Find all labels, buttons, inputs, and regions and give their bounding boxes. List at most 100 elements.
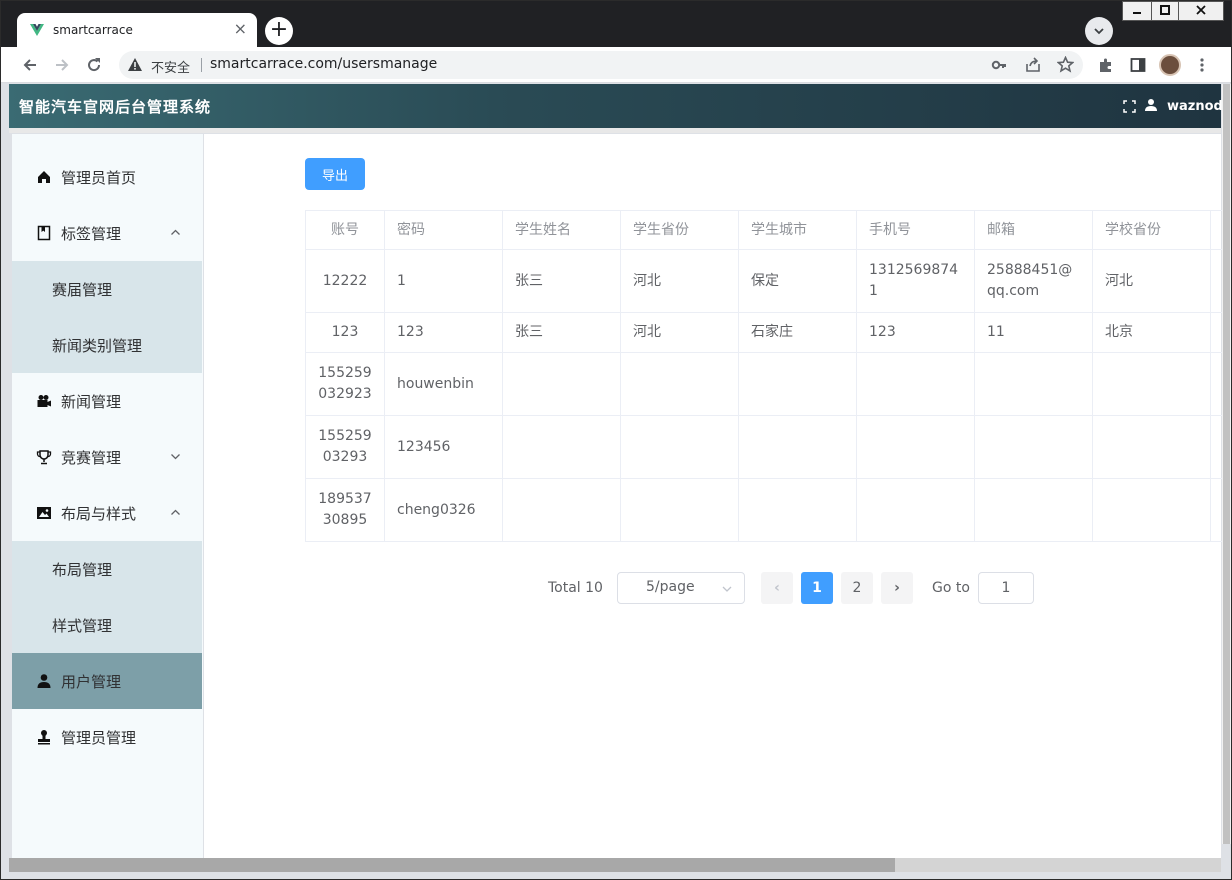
table-cell bbox=[620, 415, 739, 479]
menu-kebab-icon[interactable] bbox=[1191, 54, 1213, 76]
browser-tab[interactable]: smartcarrace × bbox=[17, 13, 257, 47]
browser-window: smartcarrace × + 不安全 smartcarrace.com/us… bbox=[0, 0, 1232, 880]
table-cell: cheng0326 bbox=[384, 478, 503, 542]
page-button-2[interactable]: 2 bbox=[841, 572, 873, 604]
column-header: 学生城市 bbox=[738, 210, 857, 250]
chevron-up-icon bbox=[171, 229, 180, 235]
table-cell bbox=[856, 415, 975, 479]
chevron-down-icon bbox=[722, 586, 732, 592]
table-row[interactable]: 155259032923 houwenbin bbox=[305, 352, 1222, 416]
table-cell bbox=[974, 352, 1093, 416]
table-cell-overflow bbox=[1210, 352, 1222, 416]
table-cell bbox=[502, 352, 621, 416]
sidebar-item-admin-home[interactable]: 管理员首页 bbox=[12, 149, 202, 205]
maximize-button[interactable] bbox=[1151, 1, 1179, 21]
new-tab-button[interactable]: + bbox=[265, 17, 293, 45]
table-row[interactable]: 12222 1 张三 河北 保定 13125698741 25888451@qq… bbox=[305, 249, 1222, 313]
fullscreen-icon[interactable] bbox=[1123, 100, 1136, 113]
app-header: 智能汽车官网后台管理系统 waznods bbox=[9, 84, 1231, 128]
sidebar-item-news-management[interactable]: 新闻管理 bbox=[12, 373, 202, 429]
camera-icon bbox=[37, 395, 51, 407]
table-cell: 123 bbox=[856, 312, 975, 353]
page-button-1[interactable]: 1 bbox=[801, 572, 833, 604]
export-button[interactable]: 导出 bbox=[305, 158, 365, 190]
table-row[interactable]: 15525903293 123456 bbox=[305, 415, 1222, 479]
table-row[interactable]: 18953730895 cheng0326 bbox=[305, 478, 1222, 542]
close-window-button[interactable] bbox=[1178, 1, 1224, 21]
table-cell: 15525903293 bbox=[305, 415, 385, 479]
next-page-button[interactable]: › bbox=[881, 572, 913, 604]
sidebar-item-competition-management[interactable]: 竞赛管理 bbox=[12, 429, 202, 485]
sidebar-item-label: 新闻管理 bbox=[61, 393, 122, 411]
app-title: 智能汽车官网后台管理系统 bbox=[19, 98, 212, 116]
column-header: 账号 bbox=[305, 210, 385, 250]
back-icon[interactable] bbox=[19, 54, 41, 76]
table-header-row: 账号 密码 学生姓名 学生省份 学生城市 手机号 邮箱 学校省份 bbox=[305, 210, 1222, 250]
sidebar-item-layout-style[interactable]: 布局与样式 bbox=[12, 485, 202, 541]
sidebar-item-news-category-management[interactable]: 新闻类别管理 bbox=[12, 317, 202, 373]
table-cell-overflow bbox=[1210, 415, 1222, 479]
vertical-scrollbar[interactable] bbox=[1222, 84, 1231, 844]
column-header-overflow bbox=[1210, 210, 1222, 250]
chevron-down-icon bbox=[171, 454, 180, 460]
table-row[interactable]: 123 123 张三 河北 石家庄 123 11 北京 bbox=[305, 312, 1222, 353]
minimize-button[interactable] bbox=[1122, 1, 1152, 21]
table-cell: 张三 bbox=[502, 312, 621, 353]
table-cell: 河北 bbox=[620, 249, 739, 313]
sidebar-item-admin-management[interactable]: 管理员管理 bbox=[12, 709, 202, 765]
table-cell bbox=[738, 352, 857, 416]
pagination-total: Total 10 bbox=[548, 580, 603, 596]
table-cell: 13125698741 bbox=[856, 249, 975, 313]
page-size-select[interactable]: 5/page bbox=[617, 572, 745, 604]
key-icon[interactable] bbox=[991, 57, 1007, 77]
sidebar-item-label: 管理员首页 bbox=[61, 169, 137, 187]
table-cell: 155259032923 bbox=[305, 352, 385, 416]
tab-close-icon[interactable]: × bbox=[234, 20, 247, 38]
table-cell: 123 bbox=[384, 312, 503, 353]
table-cell bbox=[856, 352, 975, 416]
sidebar-item-label: 用户管理 bbox=[61, 673, 122, 691]
table-cell: 12222 bbox=[305, 249, 385, 313]
security-label[interactable]: 不安全 bbox=[151, 57, 190, 76]
goto-page-input[interactable] bbox=[978, 572, 1034, 604]
table-cell bbox=[502, 415, 621, 479]
prev-page-button[interactable]: ‹ bbox=[761, 572, 793, 604]
table-cell bbox=[1092, 478, 1211, 542]
sidebar-item-user-management[interactable]: 用户管理 bbox=[12, 653, 202, 709]
url-text[interactable]: smartcarrace.com/usersmanage bbox=[210, 56, 437, 72]
share-icon[interactable] bbox=[1025, 57, 1041, 77]
sidebar-item-tag-management[interactable]: 标签管理 bbox=[12, 205, 202, 261]
table-cell bbox=[974, 478, 1093, 542]
header-divider bbox=[9, 128, 1221, 133]
warning-icon[interactable] bbox=[127, 57, 143, 73]
table-cell: 保定 bbox=[738, 249, 857, 313]
sidebar-item-style-management[interactable]: 样式管理 bbox=[12, 597, 202, 653]
horizontal-scrollbar-thumb[interactable] bbox=[9, 858, 895, 872]
chevron-up-icon bbox=[171, 509, 180, 515]
table-cell: 25888451@qq.com bbox=[974, 249, 1093, 313]
star-icon[interactable] bbox=[1056, 55, 1075, 77]
sidebar-item-season-management[interactable]: 赛届管理 bbox=[12, 261, 202, 317]
main-content: 导出 账号 密码 学生姓名 学生省份 学生城市 手机号 邮箱 学校省份 1222… bbox=[204, 134, 1222, 858]
reload-icon[interactable] bbox=[83, 54, 105, 76]
sidebar-item-label: 管理员管理 bbox=[61, 729, 137, 747]
side-panel-icon[interactable] bbox=[1127, 54, 1149, 76]
table-cell bbox=[502, 478, 621, 542]
table-cell: 18953730895 bbox=[305, 478, 385, 542]
sidebar-item-label: 竞赛管理 bbox=[61, 449, 122, 467]
table-cell bbox=[856, 478, 975, 542]
tab-search-icon[interactable] bbox=[1085, 17, 1113, 45]
table-cell: 北京 bbox=[1092, 312, 1211, 353]
sidebar-item-layout-management[interactable]: 布局管理 bbox=[12, 541, 202, 597]
table-cell-overflow bbox=[1210, 249, 1222, 313]
vertical-scrollbar-thumb[interactable] bbox=[1223, 84, 1230, 844]
table-cell: 张三 bbox=[502, 249, 621, 313]
table-cell: houwenbin bbox=[384, 352, 503, 416]
table-cell: 河北 bbox=[620, 312, 739, 353]
extensions-icon[interactable] bbox=[1095, 54, 1117, 76]
profile-avatar[interactable] bbox=[1159, 54, 1181, 76]
address-bar[interactable]: 不安全 smartcarrace.com/usersmanage bbox=[119, 51, 1083, 79]
horizontal-scrollbar[interactable] bbox=[9, 858, 1221, 872]
forward-icon[interactable] bbox=[51, 54, 73, 76]
sidebar-item-label: 布局管理 bbox=[52, 561, 113, 579]
